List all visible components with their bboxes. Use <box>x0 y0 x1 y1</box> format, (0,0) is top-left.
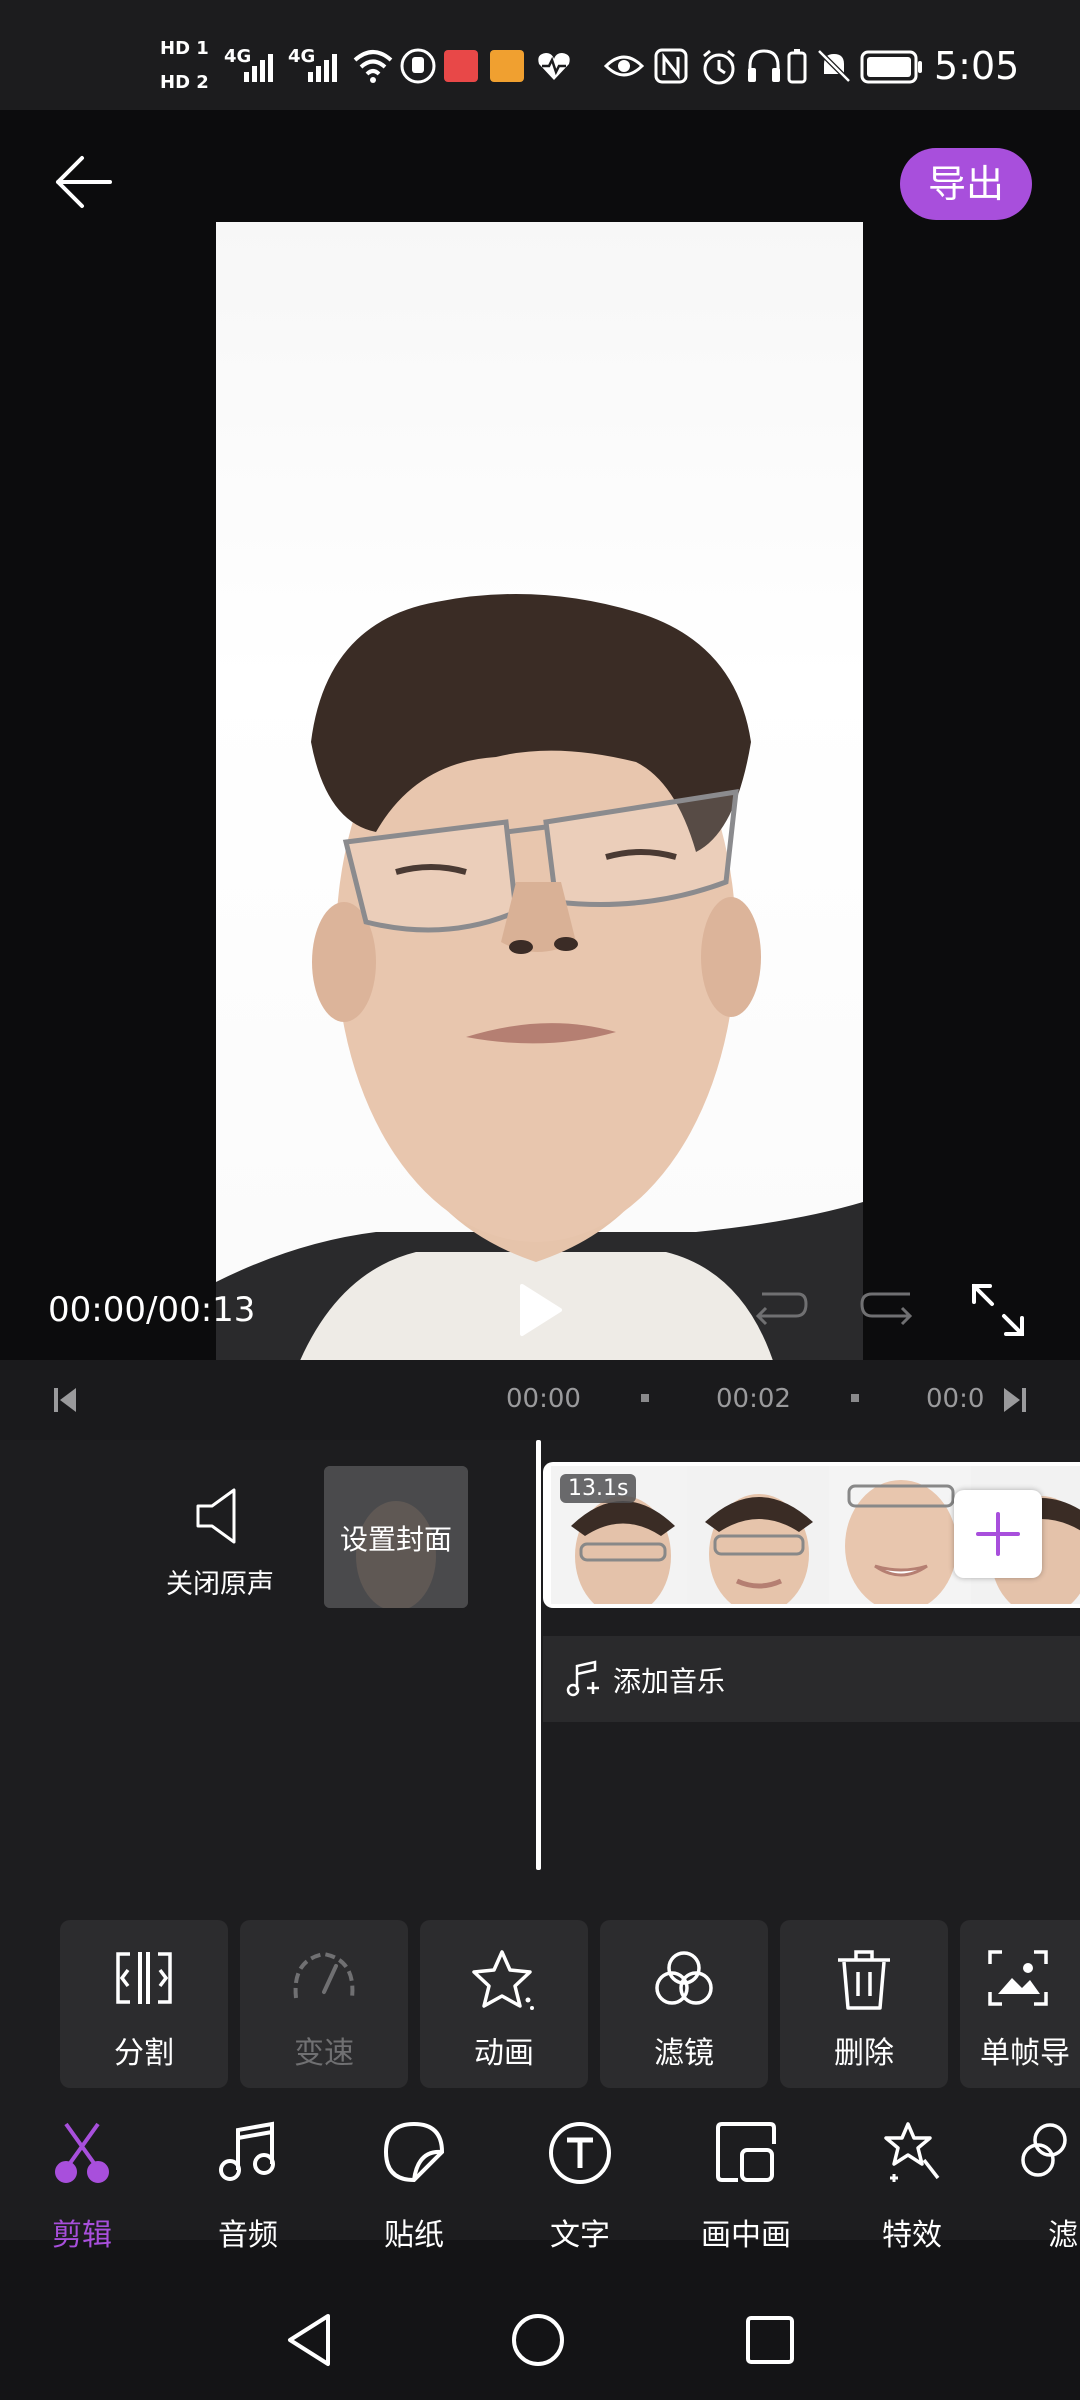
video-frame[interactable] <box>216 222 863 1370</box>
nav-label: 贴纸 <box>384 2218 444 2253</box>
app-notification-icon-2 <box>490 50 524 82</box>
headphones-icon <box>748 49 780 82</box>
text-t-icon <box>549 2122 611 2184</box>
frame-export-icon <box>988 1950 1048 2006</box>
split-tool-button[interactable]: 分割 <box>60 1920 228 2088</box>
play-icon[interactable] <box>516 1282 564 1338</box>
nav-item-filter[interactable]: 滤 <box>1008 2120 1080 2253</box>
nav-item-edit[interactable]: 剪辑 <box>12 2120 152 2253</box>
add-music-track[interactable]: 添加音乐 <box>543 1636 1080 1722</box>
sticker-icon <box>383 2121 445 2183</box>
wifi-icon <box>353 50 393 83</box>
video-frame-image <box>216 594 863 1370</box>
skip-to-end-icon[interactable] <box>1000 1386 1028 1414</box>
playback-time: 00:00/00:13 <box>48 1290 256 1330</box>
music-add-icon <box>566 1660 599 1697</box>
speed-tool-button[interactable]: 变速 <box>240 1920 408 2088</box>
set-cover-button[interactable]: 设置封面 <box>324 1466 468 1608</box>
tool-label: 分割 <box>114 2036 174 2071</box>
clip-duration-badge: 13.1s <box>560 1474 637 1503</box>
nav-home-icon[interactable] <box>510 2312 566 2368</box>
speedometer-icon <box>293 1951 355 1999</box>
status-bar: HD 1 HD 2 4G 4G 5:05 <box>0 0 1080 110</box>
system-navigation-bar <box>0 2280 1080 2400</box>
signal-icon-2 <box>308 54 337 82</box>
speaker-mute-icon[interactable] <box>190 1486 246 1546</box>
clip-thumbnail <box>687 1466 831 1604</box>
nav-recents-icon[interactable] <box>742 2312 798 2368</box>
music-note-icon <box>219 2121 275 2181</box>
star-animation-icon <box>472 1950 534 2010</box>
ruler-tick-label: 00:0 <box>926 1384 985 1414</box>
export-button[interactable]: 导出 <box>900 148 1032 220</box>
ruler-tick-label: 00:00 <box>506 1384 581 1414</box>
battery-icon <box>860 50 922 84</box>
add-clip-button[interactable] <box>954 1490 1042 1578</box>
nav-label: 剪辑 <box>52 2218 112 2253</box>
picture-in-picture-icon <box>716 2122 776 2182</box>
magic-star-icon <box>884 2122 940 2182</box>
battery-small-icon <box>787 49 807 84</box>
hd1-indicator: HD 1 <box>160 38 209 59</box>
plus-icon <box>976 1512 1020 1556</box>
nav-label: 特效 <box>882 2218 942 2253</box>
nav-item-audio[interactable]: 音频 <box>178 2120 318 2253</box>
mute-original-label[interactable]: 关闭原声 <box>166 1562 274 1601</box>
filter-circles-icon <box>655 1951 713 2005</box>
fullscreen-icon[interactable] <box>970 1282 1026 1338</box>
alarm-icon <box>703 49 735 85</box>
hd2-indicator: HD 2 <box>160 72 209 93</box>
scissors-icon <box>55 2122 109 2183</box>
health-icon <box>538 53 570 80</box>
nav-label: 画中画 <box>701 2218 791 2253</box>
delete-tool-button[interactable]: 删除 <box>780 1920 948 2088</box>
back-arrow-icon[interactable] <box>52 150 116 214</box>
nav-item-effects[interactable]: 特效 <box>842 2120 982 2253</box>
add-music-label: 添加音乐 <box>613 1665 726 1698</box>
tool-label: 动画 <box>474 2036 534 2071</box>
skip-to-start-icon[interactable] <box>52 1386 80 1414</box>
clip-thumbnail <box>829 1466 973 1604</box>
frame-export-tool-button[interactable]: 单帧导 <box>960 1920 1080 2088</box>
ruler-dot <box>851 1394 859 1402</box>
tool-label: 滤镜 <box>654 2036 714 2071</box>
playhead[interactable] <box>536 1440 541 1870</box>
ruler-dot <box>641 1394 649 1402</box>
tool-label: 单帧导 <box>980 2036 1070 2071</box>
set-cover-label: 设置封面 <box>339 1523 452 1556</box>
split-icon <box>116 1952 172 2004</box>
hand-icon <box>400 48 436 84</box>
tool-label: 变速 <box>294 2036 354 2071</box>
nav-item-pip[interactable]: 画中画 <box>676 2120 816 2253</box>
nav-label: 滤 <box>1048 2218 1078 2253</box>
nav-label: 文字 <box>550 2218 610 2253</box>
nav-back-icon[interactable] <box>282 2310 338 2370</box>
nav-item-sticker[interactable]: 贴纸 <box>344 2120 484 2253</box>
video-preview-area <box>0 110 1080 1370</box>
trash-icon <box>838 1950 890 2010</box>
tool-label: 删除 <box>834 2036 894 2071</box>
mute-bell-icon <box>817 49 851 83</box>
filter-tool-button[interactable]: 滤镜 <box>600 1920 768 2088</box>
clock: 5:05 <box>934 44 1020 88</box>
eye-icon <box>604 55 644 77</box>
undo-icon[interactable] <box>752 1290 808 1330</box>
redo-icon[interactable] <box>860 1290 916 1330</box>
signal-icon <box>244 54 273 82</box>
ruler-tick-label: 00:02 <box>716 1384 791 1414</box>
animation-tool-button[interactable]: 动画 <box>420 1920 588 2088</box>
nav-label: 音频 <box>218 2218 278 2253</box>
app-notification-icon <box>444 50 478 82</box>
nav-item-text[interactable]: 文字 <box>510 2120 650 2253</box>
filter-icon <box>1021 2123 1067 2177</box>
nfc-icon <box>654 48 688 84</box>
